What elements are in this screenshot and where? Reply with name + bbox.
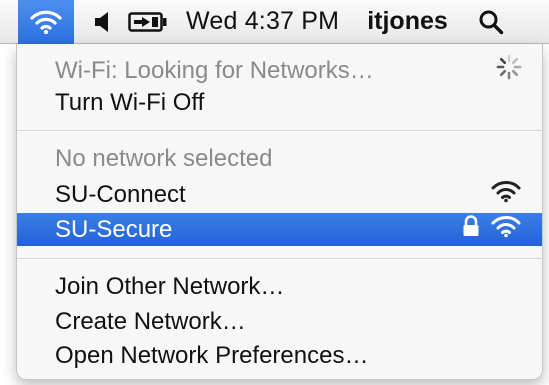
network-name: SU-Connect	[55, 180, 186, 208]
wifi-signal-icon	[490, 179, 522, 210]
wifi-icon	[29, 8, 63, 36]
wifi-status-row: Wi-Fi: Looking for Networks…	[17, 54, 542, 87]
wifi-signal-icon	[490, 214, 522, 245]
turn-wifi-off-item[interactable]: Turn Wi-Fi Off	[17, 86, 542, 119]
menubar-username[interactable]: itjones	[367, 7, 448, 36]
lock-icon	[462, 215, 480, 244]
spinner-icon	[496, 54, 522, 87]
wifi-menu: Wi-Fi: Looking for Networks… Turn Wi-Fi …	[16, 44, 543, 380]
menubar-clock[interactable]: Wed 4:37 PM	[186, 7, 339, 36]
open-network-preferences-label: Open Network Preferences…	[55, 341, 369, 369]
turn-wifi-off-label: Turn Wi-Fi Off	[55, 88, 205, 116]
wifi-status-item[interactable]	[18, 0, 74, 44]
create-network-item[interactable]: Create Network…	[17, 305, 542, 338]
join-other-network-label: Join Other Network…	[55, 272, 285, 300]
network-item-su-secure[interactable]: SU-Secure	[17, 213, 542, 246]
menu-bar: Wed 4:37 PM itjones	[0, 0, 549, 44]
open-network-preferences-item[interactable]: Open Network Preferences…	[17, 339, 542, 372]
magnifying-glass-icon[interactable]	[478, 9, 504, 35]
speaker-icon[interactable]	[94, 11, 110, 33]
create-network-label: Create Network…	[55, 307, 246, 335]
network-item-su-connect[interactable]: SU-Connect	[17, 178, 542, 211]
battery-charging-icon[interactable]	[128, 11, 168, 33]
no-network-label: No network selected	[55, 144, 273, 172]
network-name: SU-Secure	[55, 215, 173, 243]
menu-separator	[17, 258, 542, 259]
menu-separator	[17, 130, 542, 131]
no-network-row: No network selected	[17, 142, 542, 175]
join-other-network-item[interactable]: Join Other Network…	[17, 270, 542, 303]
wifi-status-label: Wi-Fi: Looking for Networks…	[55, 56, 374, 84]
